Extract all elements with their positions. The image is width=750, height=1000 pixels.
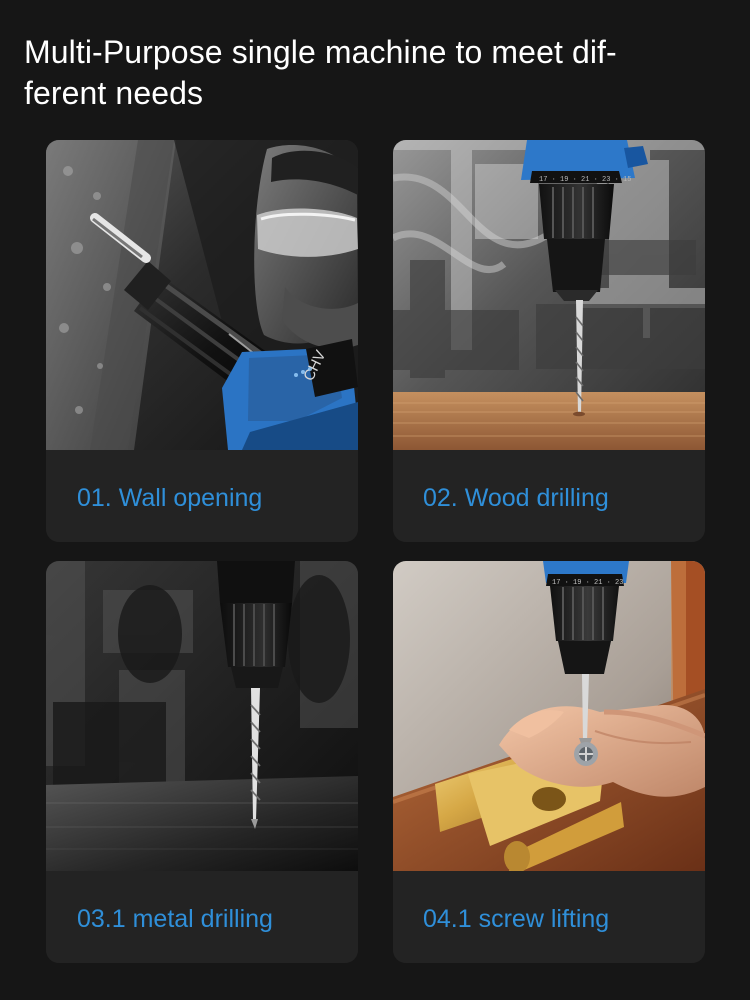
screw-lifting-photo: 17 · 19 · 21 · 23 [393, 561, 705, 871]
screw-lifting-caption: 04.1 screw lifting [423, 905, 610, 933]
use-case-card-screw-lifting: 17 · 19 · 21 · 23 04.1 screw lifting [393, 561, 705, 963]
wood-drilling-caption: 02. Wood drilling [423, 484, 609, 512]
metal-drilling-caption-area: 03.1 metal drilling [46, 871, 358, 963]
svg-text:17 · 19 · 21 · 23: 17 · 19 · 21 · 23 [552, 579, 623, 587]
wood-drilling-caption-area: 02. Wood drilling [393, 450, 705, 542]
use-case-card-metal-drilling: 03.1 metal drilling [46, 561, 358, 963]
wood-drilling-photo: 17 · 19 · 21 · 23 · 15 [393, 140, 705, 450]
wall-opening-caption: 01. Wall opening [77, 484, 263, 512]
wall-opening-photo: CHV [46, 140, 358, 450]
page-headline: Multi-Purpose single machine to meet dif… [24, 34, 617, 111]
use-case-card-wall-opening: CHV 01. Wall opening [46, 140, 358, 542]
metal-drilling-caption: 03.1 metal drilling [77, 905, 273, 933]
metal-drilling-photo [46, 561, 358, 871]
wall-opening-caption-area: 01. Wall opening [46, 450, 358, 542]
use-case-card-wood-drilling: 17 · 19 · 21 · 23 · 15 02. Wood drilling [393, 140, 705, 542]
svg-text:17 · 19 · 21 · 23 · 15: 17 · 19 · 21 · 23 · 15 [539, 176, 631, 184]
screw-lifting-caption-area: 04.1 screw lifting [393, 871, 705, 963]
